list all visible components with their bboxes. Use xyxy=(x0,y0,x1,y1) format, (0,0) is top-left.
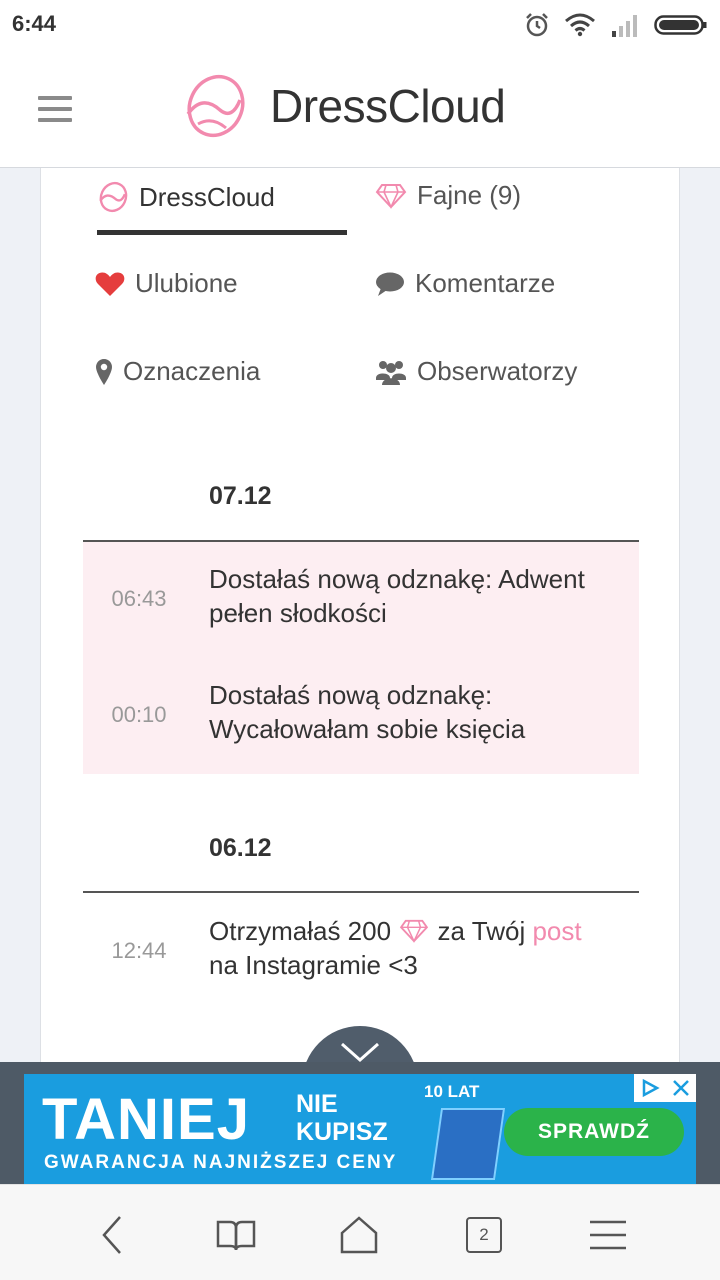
ad-badge: 10 LAT xyxy=(424,1082,480,1101)
status-icons xyxy=(524,10,708,40)
tab-label: DressCloud xyxy=(139,181,275,212)
tab-oznaczenia[interactable]: Oznaczenia xyxy=(95,356,260,387)
feed-date-heading: 06.12 xyxy=(209,834,272,862)
wifi-icon xyxy=(565,13,595,37)
status-time: 6:44 xyxy=(12,11,57,36)
feed-item-text: Otrzymałaś 200 za Twój post na Instagram… xyxy=(209,914,629,982)
feed-item-time: 12:44 xyxy=(111,938,167,963)
feed-item-time: 06:43 xyxy=(111,586,167,611)
date-divider xyxy=(83,891,639,893)
chevron-down-icon xyxy=(341,1042,379,1063)
ad-headline-side: NIE KUPISZ xyxy=(296,1090,388,1146)
tab-fajne[interactable]: Fajne (9) xyxy=(375,180,521,211)
diamond-icon xyxy=(400,919,429,943)
feed-item[interactable]: 06:43 Dostałaś nową odznakę: Adwent pełe… xyxy=(83,562,639,642)
ad-headline-side-1: NIE xyxy=(296,1090,338,1118)
heart-icon xyxy=(95,271,125,296)
active-tab-indicator xyxy=(97,230,347,235)
feed-text-part: Otrzymałaś 200 xyxy=(209,916,392,946)
browser-nav-bar: 2 xyxy=(0,1184,720,1280)
home-icon xyxy=(340,1216,378,1254)
tab-ulubione[interactable]: Ulubione xyxy=(95,268,238,299)
app-header: DressCloud xyxy=(0,50,720,168)
alarm-icon xyxy=(526,13,548,37)
dresscloud-logo-icon xyxy=(99,181,128,213)
back-icon xyxy=(102,1216,121,1254)
logo[interactable]: DressCloud xyxy=(182,70,506,142)
browser-menu-button[interactable] xyxy=(586,1213,630,1257)
feed-item[interactable]: 00:10 Dostałaś nową odznakę: Wycałowałam… xyxy=(83,678,639,758)
diamond-icon xyxy=(375,183,407,209)
tab-obserwatorzy[interactable]: Obserwatorzy xyxy=(375,356,577,387)
tab-label: Ulubione xyxy=(135,268,238,298)
comment-icon xyxy=(376,272,404,296)
post-link[interactable]: post xyxy=(532,916,581,946)
ad-headline-side-2: KUPISZ xyxy=(296,1118,388,1146)
notifications-card: DressCloud Fajne (9) Ulubione Komentarze… xyxy=(40,168,680,1068)
ad-subline: GWARANCJA NAJNIŻSZEJ CENY xyxy=(44,1152,398,1173)
feed-text-part: na Instagramie <3 xyxy=(209,950,418,980)
close-icon[interactable] xyxy=(672,1079,690,1097)
tab-dresscloud[interactable]: DressCloud xyxy=(97,180,275,214)
tab-komentarze[interactable]: Komentarze xyxy=(375,268,555,299)
bookmarks-button[interactable] xyxy=(214,1213,258,1257)
map-pin-icon xyxy=(96,358,112,385)
ad-product-image xyxy=(430,1108,506,1180)
feed-item-time: 00:10 xyxy=(111,702,167,727)
feed-item-text: Dostałaś nową odznakę: Adwent pełen słod… xyxy=(209,564,585,628)
tab-label: Fajne (9) xyxy=(417,180,522,210)
tab-label: Oznaczenia xyxy=(123,356,261,386)
book-icon xyxy=(216,1220,256,1251)
feed-text-part: za Twój xyxy=(437,916,526,946)
back-button[interactable] xyxy=(90,1213,134,1257)
feed-date-heading: 07.12 xyxy=(209,482,272,510)
home-button[interactable] xyxy=(337,1213,381,1257)
battery-icon xyxy=(654,15,707,35)
dresscloud-logo-icon xyxy=(186,74,245,138)
ad-cta-button[interactable]: SPRAWDŹ xyxy=(504,1108,684,1156)
adchoices-icon xyxy=(642,1078,660,1098)
ad-banner[interactable]: TANIEJ NIE KUPISZ GWARANCJA NAJNIŻSZEJ C… xyxy=(24,1074,696,1184)
ad-headline: TANIEJ xyxy=(42,1087,250,1152)
feed-item[interactable]: 12:44 Otrzymałaś 200 za Twój post na Ins… xyxy=(83,914,639,994)
status-bar: 6:44 xyxy=(0,0,720,50)
users-icon xyxy=(376,360,406,385)
brand-name: DressCloud xyxy=(270,80,506,132)
menu-icon xyxy=(590,1220,626,1250)
feed-item-text: Dostałaś nową odznakę: Wycałowałam sobie… xyxy=(209,680,526,744)
tab-count: 2 xyxy=(466,1217,502,1253)
signal-icon xyxy=(612,15,637,37)
menu-icon[interactable] xyxy=(38,96,72,124)
tab-label: Komentarze xyxy=(415,268,556,298)
tab-label: Obserwatorzy xyxy=(417,356,578,386)
ad-container: TANIEJ NIE KUPISZ GWARANCJA NAJNIŻSZEJ C… xyxy=(0,1062,720,1184)
ad-choices[interactable] xyxy=(634,1074,696,1102)
tabs-button[interactable]: 2 xyxy=(462,1213,506,1257)
